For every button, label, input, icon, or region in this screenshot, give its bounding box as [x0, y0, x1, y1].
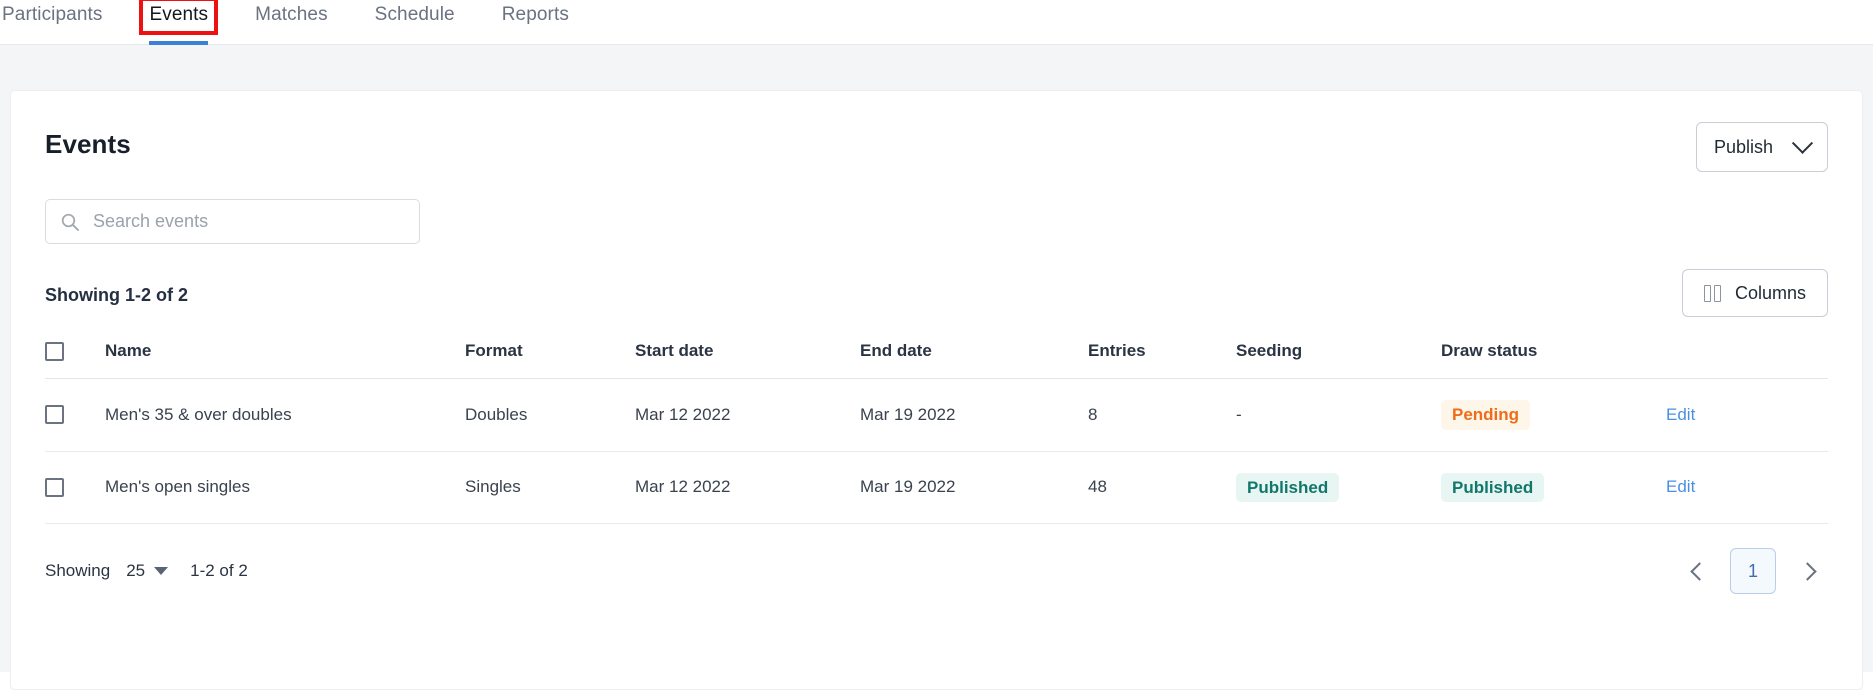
event-entries: 8: [1088, 378, 1236, 452]
table-row: Men's open singles Singles Mar 12 2022 Mar …: [45, 451, 1828, 525]
card-header: Events Publish: [45, 91, 1828, 172]
edit-link[interactable]: Edit: [1666, 405, 1695, 424]
edit-link[interactable]: Edit: [1666, 477, 1695, 496]
showing-count: Showing 1-2 of 2: [45, 284, 189, 305]
events-card: Events Publish Showing 1-2 of 2 Columns: [10, 90, 1863, 690]
nav-tab-label: Events: [149, 4, 209, 25]
event-draw-status-cell: Published: [1441, 451, 1666, 525]
nav-tab-label: Matches: [255, 4, 328, 25]
columns-button[interactable]: Columns: [1681, 269, 1828, 317]
search-input[interactable]: [91, 210, 405, 233]
seeding-status-badge: Published: [1236, 472, 1340, 503]
results-summary-row: Showing 1-2 of 2 Columns: [45, 269, 1828, 317]
events-table: Name Format Start date End date Entries …: [45, 341, 1828, 525]
event-seeding-cell: -: [1236, 378, 1441, 452]
table-row: Men's 35 & over doubles Doubles Mar 12 202…: [45, 378, 1828, 452]
chevron-right-icon: [1797, 561, 1817, 581]
event-name: Men's 35 & over doubles: [105, 378, 465, 452]
pagination-summary: Showing 25 1-2 of 2: [45, 561, 248, 581]
column-header-format[interactable]: Format: [465, 341, 635, 379]
page-title: Events: [45, 129, 131, 159]
table-header-row: Name Format Start date End date Entries …: [45, 341, 1828, 379]
active-tab-indicator: [149, 41, 209, 45]
showing-label: Showing: [45, 561, 111, 581]
search-field[interactable]: [45, 199, 420, 244]
event-entries: 48: [1088, 451, 1236, 525]
nav-tab-reports[interactable]: Reports: [502, 0, 569, 45]
event-format: Singles: [465, 451, 635, 525]
draw-status-badge: Pending: [1441, 400, 1531, 430]
column-header-start-date[interactable]: Start date: [635, 341, 860, 379]
search-icon: [61, 213, 79, 231]
column-header-action: [1666, 341, 1828, 379]
page-1-button[interactable]: 1: [1730, 548, 1776, 595]
event-action-cell: Edit: [1666, 378, 1828, 452]
nav-tab-events[interactable]: Events: [139, 0, 219, 45]
row-checkbox[interactable]: [45, 405, 64, 425]
nav-tab-schedule[interactable]: Schedule: [375, 0, 455, 45]
event-seeding-cell: Published: [1236, 451, 1441, 525]
page-size-select[interactable]: 25: [126, 561, 169, 581]
nav-tab-participants[interactable]: Participants: [2, 0, 102, 45]
column-header-seeding[interactable]: Seeding: [1236, 341, 1441, 379]
page-background: Events Publish Showing 1-2 of 2 Columns: [0, 45, 1873, 690]
row-select-cell: [45, 378, 105, 452]
top-navigation: Participants Events Matches Schedule Reports: [0, 0, 1873, 45]
table-footer: Showing 25 1-2 of 2 1: [45, 548, 1828, 595]
page-size-value: 25: [126, 561, 146, 581]
previous-page-button[interactable]: [1678, 552, 1716, 590]
draw-status-badge: Published: [1441, 472, 1545, 503]
event-end-date: Mar 19 2022: [860, 378, 1088, 452]
column-header-end-date[interactable]: End date: [860, 341, 1088, 379]
chevron-down-icon: [154, 567, 169, 576]
event-draw-status-cell: Pending: [1441, 378, 1666, 452]
result-range: 1-2 of 2: [190, 561, 248, 581]
nav-items: Participants Events Matches Schedule Reports: [0, 0, 616, 45]
columns-icon: [1703, 284, 1721, 302]
nav-tab-matches[interactable]: Matches: [255, 0, 328, 45]
select-all-checkbox[interactable]: [45, 341, 64, 361]
event-format: Doubles: [465, 378, 635, 452]
pagination: 1: [1678, 548, 1828, 595]
column-header-name[interactable]: Name: [105, 341, 465, 379]
columns-button-label: Columns: [1734, 282, 1806, 303]
event-action-cell: Edit: [1666, 451, 1828, 525]
chevron-down-icon: [1791, 132, 1814, 154]
nav-tab-label: Participants: [2, 4, 103, 25]
row-select-cell: [45, 451, 105, 525]
column-header-entries[interactable]: Entries: [1088, 341, 1236, 379]
nav-tab-label: Schedule: [374, 4, 455, 25]
event-start-date: Mar 12 2022: [635, 378, 860, 452]
next-page-button[interactable]: [1790, 552, 1828, 590]
publish-button-label: Publish: [1713, 136, 1774, 157]
event-start-date: Mar 12 2022: [635, 451, 860, 525]
column-header-draw-status[interactable]: Draw status: [1441, 341, 1666, 379]
row-checkbox[interactable]: [45, 477, 64, 497]
publish-button[interactable]: Publish: [1696, 122, 1828, 172]
select-all-header: [45, 341, 105, 379]
event-name: Men's open singles: [105, 451, 465, 525]
nav-tab-label: Reports: [501, 4, 569, 25]
event-end-date: Mar 19 2022: [860, 451, 1088, 525]
chevron-left-icon: [1689, 561, 1709, 581]
